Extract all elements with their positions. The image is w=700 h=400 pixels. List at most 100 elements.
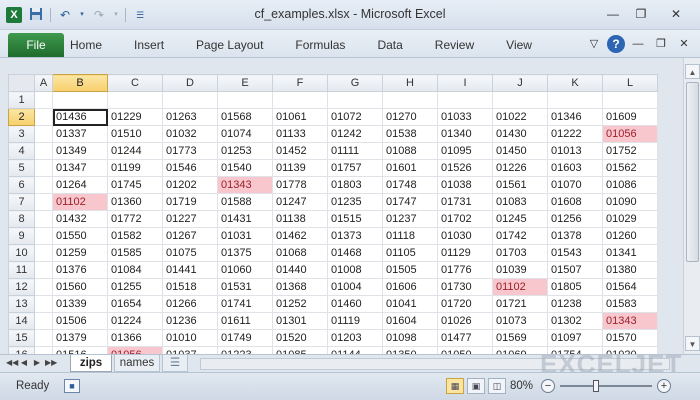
cell-i2[interactable]: 01033 [437,108,493,126]
cell-l4[interactable]: 01752 [602,142,658,160]
cell-d10[interactable]: 01075 [162,244,218,262]
cell-e2[interactable]: 01568 [217,108,273,126]
cell-l1[interactable] [602,91,658,109]
minimize-icon[interactable]: — [600,4,626,24]
row-header-2[interactable]: 2 [8,108,35,126]
cell-l14[interactable]: 01343 [602,312,658,330]
cell-a12[interactable] [34,278,53,296]
cell-f8[interactable]: 01138 [272,210,328,228]
cell-k8[interactable]: 01256 [547,210,603,228]
column-header-f[interactable]: F [272,74,328,92]
cell-f6[interactable]: 01778 [272,176,328,194]
restore-icon[interactable]: ❐ [628,4,654,24]
cell-a1[interactable] [34,91,53,109]
cell-h10[interactable]: 01105 [382,244,438,262]
cell-f4[interactable]: 01452 [272,142,328,160]
cell-d12[interactable]: 01518 [162,278,218,296]
cell-e15[interactable]: 01749 [217,329,273,347]
file-tab[interactable]: File [8,33,64,57]
cell-a8[interactable] [34,210,53,228]
first-sheet-icon[interactable]: ◀◀ [6,358,18,367]
cell-g13[interactable]: 01460 [327,295,383,313]
cell-b5[interactable]: 01347 [52,159,108,177]
cell-l6[interactable]: 01086 [602,176,658,194]
cell-e10[interactable]: 01375 [217,244,273,262]
tab-data[interactable]: Data [377,38,402,52]
cell-e12[interactable]: 01531 [217,278,273,296]
row-header-4[interactable]: 4 [8,142,35,160]
cell-b15[interactable]: 01379 [52,329,108,347]
cell-d6[interactable]: 01202 [162,176,218,194]
restore-workbook-icon[interactable]: ❐ [651,35,671,53]
cell-f11[interactable]: 01440 [272,261,328,279]
cell-b4[interactable]: 01349 [52,142,108,160]
cell-g5[interactable]: 01757 [327,159,383,177]
cell-j1[interactable] [492,91,548,109]
cell-k4[interactable]: 01013 [547,142,603,160]
close-icon[interactable]: ✕ [656,4,696,24]
cell-j14[interactable]: 01073 [492,312,548,330]
cell-d1[interactable] [162,91,218,109]
cell-e4[interactable]: 01253 [217,142,273,160]
page-layout-view-icon[interactable]: ▣ [467,378,485,394]
cell-i4[interactable]: 01095 [437,142,493,160]
cell-b7[interactable]: 01102 [52,193,108,211]
cell-f13[interactable]: 01252 [272,295,328,313]
cell-k10[interactable]: 01543 [547,244,603,262]
cell-d7[interactable]: 01719 [162,193,218,211]
cell-l3[interactable]: 01056 [602,125,658,143]
cell-h6[interactable]: 01748 [382,176,438,194]
cell-c7[interactable]: 01360 [107,193,163,211]
cell-g9[interactable]: 01373 [327,227,383,245]
cell-j3[interactable]: 01430 [492,125,548,143]
cell-e6[interactable]: 01343 [217,176,273,194]
scroll-down-icon[interactable]: ▼ [685,336,700,351]
cell-d5[interactable]: 01546 [162,159,218,177]
cell-i6[interactable]: 01038 [437,176,493,194]
cell-g1[interactable] [327,91,383,109]
cell-f5[interactable]: 01139 [272,159,328,177]
column-header-d[interactable]: D [162,74,218,92]
cell-c11[interactable]: 01084 [107,261,163,279]
cell-j2[interactable]: 01022 [492,108,548,126]
cell-k9[interactable]: 01378 [547,227,603,245]
cell-a3[interactable] [34,125,53,143]
insert-sheet-icon[interactable]: ☰ [162,355,188,372]
cell-h15[interactable]: 01098 [382,329,438,347]
cell-c3[interactable]: 01510 [107,125,163,143]
cell-c15[interactable]: 01366 [107,329,163,347]
cell-i13[interactable]: 01720 [437,295,493,313]
column-header-i[interactable]: I [437,74,493,92]
column-header-g[interactable]: G [327,74,383,92]
minimize-workbook-icon[interactable]: — [628,35,648,53]
cell-f2[interactable]: 01061 [272,108,328,126]
cell-h3[interactable]: 01538 [382,125,438,143]
cell-b8[interactable]: 01432 [52,210,108,228]
cell-j15[interactable]: 01569 [492,329,548,347]
cell-l5[interactable]: 01562 [602,159,658,177]
cell-b9[interactable]: 01550 [52,227,108,245]
cell-d2[interactable]: 01263 [162,108,218,126]
cell-h12[interactable]: 01606 [382,278,438,296]
zoom-slider-track[interactable] [560,385,652,387]
cell-e8[interactable]: 01431 [217,210,273,228]
zoom-level[interactable]: 80% [510,380,533,392]
cell-i15[interactable]: 01477 [437,329,493,347]
cell-g6[interactable]: 01803 [327,176,383,194]
cell-a11[interactable] [34,261,53,279]
select-all-corner[interactable] [8,74,35,92]
cell-c12[interactable]: 01255 [107,278,163,296]
cell-k12[interactable]: 01805 [547,278,603,296]
cell-c13[interactable]: 01654 [107,295,163,313]
cell-c1[interactable] [107,91,163,109]
cell-f14[interactable]: 01301 [272,312,328,330]
tab-insert[interactable]: Insert [134,38,164,52]
cell-l13[interactable]: 01583 [602,295,658,313]
column-header-k[interactable]: K [547,74,603,92]
tab-formulas[interactable]: Formulas [295,38,345,52]
cell-c4[interactable]: 01244 [107,142,163,160]
cell-l10[interactable]: 01341 [602,244,658,262]
cell-b11[interactable]: 01376 [52,261,108,279]
cell-b1[interactable] [52,91,108,109]
page-break-view-icon[interactable]: ◫ [488,378,506,394]
